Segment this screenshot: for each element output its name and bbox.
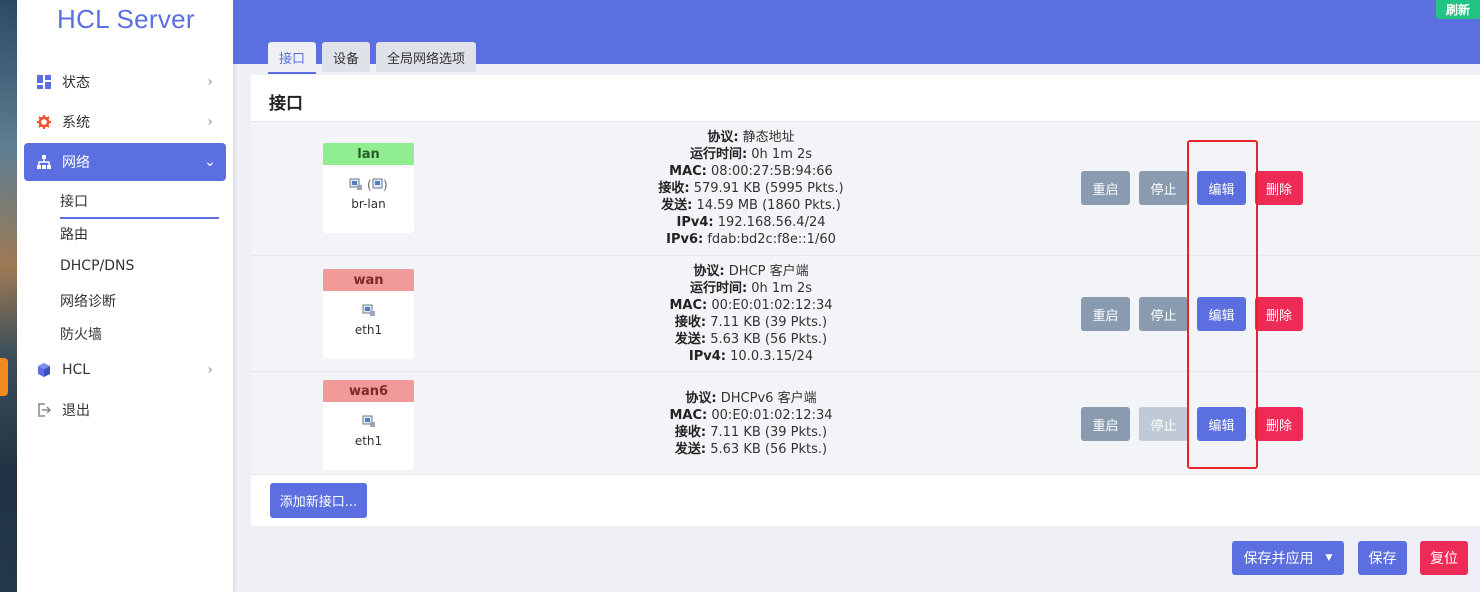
delete-button[interactable]: 删除 <box>1255 297 1303 331</box>
subnav-diagnostics[interactable]: 网络诊断 <box>60 291 116 311</box>
ethernet-port-icon <box>362 413 376 427</box>
tab-interfaces[interactable]: 接口 <box>268 42 317 74</box>
interface-badge: wan6 eth1 <box>323 380 414 470</box>
interface-device: br-lan <box>351 197 386 211</box>
edit-button[interactable]: 编辑 <box>1197 407 1246 441</box>
interface-details: 协议: DHCPv6 客户端 MAC: 00:E0:01:02:12:34 接收… <box>581 390 921 458</box>
sidebar: HCL Server 状态 › 系统 › 网络 ⌄ 接口 路由 DHCP/DNS… <box>17 0 233 592</box>
detail-line: 运行时间: 0h 1m 2s <box>689 281 813 296</box>
tab-devices[interactable]: 设备 <box>322 42 371 72</box>
edit-button[interactable]: 编辑 <box>1197 171 1246 205</box>
gear-icon <box>36 114 52 130</box>
sidebar-item-label: 网络 <box>62 155 90 171</box>
chevron-right-icon: › <box>207 114 213 130</box>
wireless-port-icon: () <box>367 176 389 192</box>
interface-details: 协议: 静态地址 运行时间: 0h 1m 2s MAC: 08:00:27:5B… <box>581 129 921 248</box>
sidebar-item-logout[interactable]: 退出 <box>24 391 226 429</box>
subnav-firewall[interactable]: 防火墙 <box>60 324 102 344</box>
tab-global-options[interactable]: 全局网络选项 <box>376 42 477 72</box>
interface-icons <box>323 301 414 317</box>
chevron-right-icon: › <box>207 74 213 90</box>
save-button[interactable]: 保存 <box>1358 541 1407 575</box>
interface-badge: lan () br-lan <box>323 143 414 233</box>
ethernet-port-icon <box>362 302 376 316</box>
caret-down-icon: ▼ <box>1325 553 1333 563</box>
restart-button[interactable]: 重启 <box>1081 407 1130 441</box>
interface-icons <box>323 412 414 428</box>
detail-line: MAC: 08:00:27:5B:94:66 <box>669 164 833 179</box>
interface-device: eth1 <box>354 323 383 337</box>
detail-line: 接收: 579.91 KB (5995 Pkts.) <box>658 181 844 196</box>
desktop-orange-widget <box>0 358 8 396</box>
logout-icon <box>36 402 52 418</box>
interface-name: wan6 <box>323 380 414 402</box>
delete-button[interactable]: 删除 <box>1255 171 1303 205</box>
refresh-button[interactable]: 刷新 <box>1436 0 1480 19</box>
detail-line: IPv4: 192.168.56.4/24 <box>676 215 826 230</box>
detail-line: 发送: 5.63 KB (56 Pkts.) <box>674 442 828 457</box>
stop-button[interactable]: 停止 <box>1139 407 1188 441</box>
detail-line: 发送: 5.63 KB (56 Pkts.) <box>674 332 828 347</box>
detail-line: IPv6: fdab:bd2c:f8e::1/60 <box>666 232 836 247</box>
section-title: 接口 <box>269 94 303 114</box>
detail-line: 接收: 7.11 KB (39 Pkts.) <box>674 425 828 440</box>
detail-line: 协议: DHCP 客户端 <box>693 264 809 279</box>
save-apply-button[interactable]: 保存并应用 ▼ <box>1232 541 1344 575</box>
delete-button[interactable]: 删除 <box>1255 407 1303 441</box>
interface-badge: wan eth1 <box>323 269 414 359</box>
sidebar-item-label: 状态 <box>62 75 90 91</box>
chevron-down-icon: ⌄ <box>204 154 216 170</box>
edit-button[interactable]: 编辑 <box>1197 297 1246 331</box>
save-apply-label: 保存并应用 <box>1243 551 1314 567</box>
svg-text:): ) <box>383 178 388 191</box>
subnav-routes[interactable]: 路由 <box>60 224 88 244</box>
interface-name: lan <box>323 143 414 165</box>
interface-icons: () <box>323 175 414 192</box>
sidebar-item-label: HCL <box>62 362 91 378</box>
cube-icon <box>36 362 52 378</box>
detail-line: 协议: DHCPv6 客户端 <box>685 391 817 406</box>
sidebar-item-label: 退出 <box>62 403 90 419</box>
stop-button[interactable]: 停止 <box>1139 171 1188 205</box>
restart-button[interactable]: 重启 <box>1081 171 1130 205</box>
interface-device: eth1 <box>354 434 383 448</box>
sidebar-item-network[interactable]: 网络 ⌄ <box>24 143 226 181</box>
interface-details: 协议: DHCP 客户端 运行时间: 0h 1m 2s MAC: 00:E0:0… <box>581 263 921 365</box>
interface-row-lan: lan () br-lan 协议: 静态地址 运行时间: 0h 1m 2s MA… <box>251 121 1480 255</box>
detail-line: IPv4: 10.0.3.15/24 <box>688 349 814 364</box>
ethernet-port-icon <box>349 176 363 190</box>
restart-button[interactable]: 重启 <box>1081 297 1130 331</box>
subnav-dhcp-dns[interactable]: DHCP/DNS <box>60 258 134 274</box>
subnav-interfaces[interactable]: 接口 <box>60 191 219 219</box>
stop-button[interactable]: 停止 <box>1139 297 1188 331</box>
interface-row-wan: wan eth1 协议: DHCP 客户端 运行时间: 0h 1m 2s MAC… <box>251 255 1480 371</box>
network-tree-icon <box>36 154 52 170</box>
svg-text:(: ( <box>367 178 372 191</box>
detail-line: 发送: 14.59 MB (1860 Pkts.) <box>661 198 841 213</box>
reset-button[interactable]: 复位 <box>1420 541 1468 575</box>
detail-line: MAC: 00:E0:01:02:12:34 <box>669 408 833 423</box>
detail-line: 接收: 7.11 KB (39 Pkts.) <box>674 315 828 330</box>
chevron-right-icon: › <box>207 362 213 378</box>
dashboard-icon <box>36 74 52 90</box>
sidebar-item-status[interactable]: 状态 › <box>24 63 226 101</box>
interface-name: wan <box>323 269 414 291</box>
sidebar-item-label: 系统 <box>62 115 90 131</box>
sidebar-item-system[interactable]: 系统 › <box>24 103 226 141</box>
sidebar-item-hcl[interactable]: HCL › <box>24 351 226 389</box>
add-interface-button[interactable]: 添加新接口... <box>270 483 367 518</box>
interface-row-wan6: wan6 eth1 协议: DHCPv6 客户端 MAC: 00:E0:01:0… <box>251 371 1480 475</box>
desktop-background <box>0 0 17 592</box>
detail-line: MAC: 00:E0:01:02:12:34 <box>669 298 833 313</box>
interfaces-card: 接口 lan () br-lan 协议: 静态地址 运行时间: 0h 1m 2s… <box>251 75 1480 526</box>
brand-title: HCL Server <box>57 4 195 34</box>
detail-line: 协议: 静态地址 <box>707 130 795 145</box>
detail-line: 运行时间: 0h 1m 2s <box>689 147 813 162</box>
